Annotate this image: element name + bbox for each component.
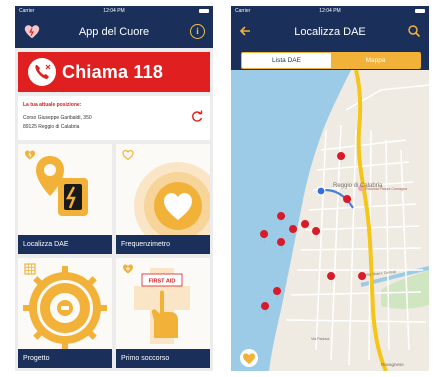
search-icon[interactable] (407, 24, 421, 38)
user-location-icon (316, 186, 326, 196)
grid-badge-icon (24, 263, 36, 275)
tile-label: Progetto (18, 349, 112, 368)
page-title: App del Cuore (78, 26, 150, 38)
position-heading: La tua attuale posizione: (23, 102, 82, 108)
heart-badge-icon (123, 264, 133, 274)
first-aid-sign-text: FIRST AID (149, 279, 176, 285)
map-label-district: Ravagnese (381, 362, 404, 367)
position-card: La tua attuale posizione: Corso Giuseppe… (18, 96, 210, 140)
status-time: 12:04 PM (319, 8, 341, 14)
battery-icon (199, 9, 209, 13)
page-title: Localizza DAE (294, 26, 366, 38)
refresh-icon[interactable] (190, 109, 204, 123)
heart-badge-icon (122, 149, 134, 161)
battery-icon (415, 9, 425, 13)
phone-icon (28, 58, 56, 86)
tile-label: Primo soccorso (116, 349, 210, 368)
map-label-road2: Via Padova (311, 337, 329, 341)
call-118-button[interactable]: Chiama 118 (18, 52, 210, 92)
call-label: Chiama 118 (62, 62, 164, 82)
tile-frequenzimetro[interactable]: Frequenzimetro (116, 144, 210, 254)
tab-mappa[interactable]: Mappa (331, 53, 420, 68)
map-view[interactable]: Reggio di Calabria Rotonda Piazza Camagn… (231, 70, 429, 371)
tile-localizza-dae[interactable]: Localizza DAE (18, 144, 112, 254)
status-time: 12:04 PM (103, 8, 125, 14)
status-bar: Carrier 12:04 PM (15, 6, 213, 16)
tile-label: Localizza DAE (18, 235, 112, 254)
nav-bar: App del Cuore i (15, 16, 213, 48)
map-badge-heart-icon[interactable] (240, 349, 258, 367)
view-segmented-control: Lista DAE Mappa (241, 52, 421, 69)
map-label-place: Rotonda Piazza Camagna (365, 187, 407, 191)
map-screen: Carrier 12:04 PM Localizza DAE Lista DAE… (231, 6, 429, 371)
heart-badge-icon (25, 150, 35, 160)
tab-lista-dae[interactable]: Lista DAE (242, 53, 331, 68)
tile-label: Frequenzimetro (116, 235, 210, 254)
tile-primo-soccorso[interactable]: FIRST AID Primo soccorso (116, 258, 210, 368)
info-button[interactable]: i (190, 24, 205, 39)
position-street: Corso Giuseppe Garibaldi, 350 (23, 115, 92, 121)
home-screen: Carrier 12:04 PM App del Cuore i Chiama … (15, 6, 213, 371)
nav-bar: Localizza DAE (231, 16, 429, 48)
tile-progetto[interactable]: Progetto (18, 258, 112, 368)
position-city: 89125 Reggio di Calabria (23, 124, 80, 130)
status-bar: Carrier 12:04 PM (231, 6, 429, 16)
